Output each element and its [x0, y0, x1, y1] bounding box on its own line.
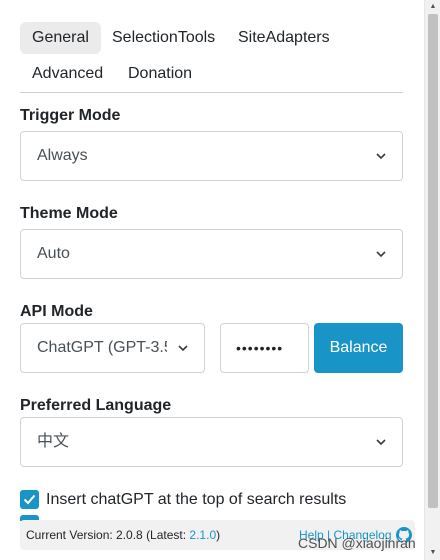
chevron-down-icon: [178, 345, 188, 352]
tab-advanced[interactable]: Advanced: [20, 58, 115, 90]
insert-top-label: Insert chatGPT at the top of search resu…: [46, 491, 347, 508]
trigger-mode-title: Trigger Mode: [20, 107, 121, 124]
latest-version-link[interactable]: 2.1.0: [189, 528, 216, 542]
trigger-mode-select[interactable]: Always: [20, 131, 403, 181]
tab-selection-tools[interactable]: SelectionTools: [100, 22, 227, 54]
api-key-input[interactable]: ••••••••: [220, 323, 309, 373]
scroll-down-icon[interactable]: ▼: [425, 546, 440, 560]
preferred-language-select[interactable]: 中文: [20, 417, 403, 467]
theme-mode-select[interactable]: Auto: [20, 229, 403, 279]
vertical-scrollbar[interactable]: ▲ ▼: [424, 0, 440, 560]
scroll-up-icon[interactable]: ▲: [425, 0, 440, 14]
insert-top-checkbox[interactable]: [20, 490, 39, 509]
api-mode-select[interactable]: ChatGPT (GPT-3.5: [20, 323, 205, 373]
chevron-down-icon: [376, 439, 386, 446]
theme-mode-title: Theme Mode: [20, 205, 118, 222]
checkmark-icon: [23, 494, 36, 505]
preferred-language-title: Preferred Language: [20, 397, 172, 414]
preferred-language-value: 中文: [37, 433, 70, 450]
insert-top-option[interactable]: Insert chatGPT at the top of search resu…: [20, 490, 350, 510]
trigger-mode-value: Always: [37, 147, 88, 164]
tab-divider: [20, 92, 403, 93]
api-mode-value: ChatGPT (GPT-3.5: [37, 339, 167, 356]
tab-site-adapters[interactable]: SiteAdapters: [226, 22, 342, 54]
api-mode-title: API Mode: [20, 303, 93, 320]
scrollbar-thumb[interactable]: [428, 14, 438, 508]
tab-general[interactable]: General: [20, 22, 101, 54]
api-key-masked-value: ••••••••: [236, 340, 284, 356]
balance-button[interactable]: Balance: [314, 323, 403, 373]
chevron-down-icon: [376, 153, 386, 160]
chevron-down-icon: [376, 251, 386, 258]
version-info: Current Version: 2.0.8 (Latest: 2.1.0): [26, 528, 221, 542]
watermark-text: CSDN @xiaojinran: [298, 535, 416, 551]
theme-mode-value: Auto: [37, 245, 70, 262]
tab-donation[interactable]: Donation: [116, 58, 204, 90]
